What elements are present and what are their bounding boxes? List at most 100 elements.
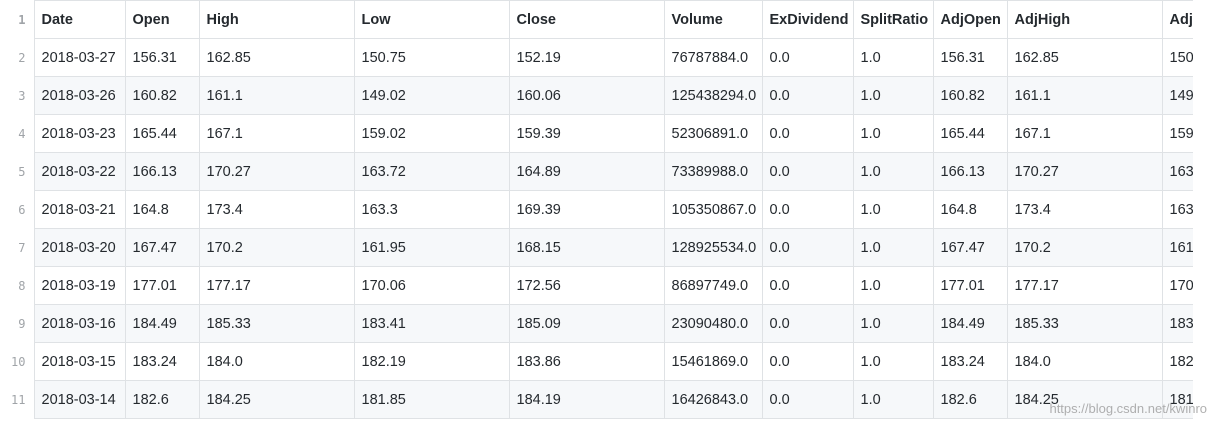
table-cell: 177.01 — [932, 266, 1008, 305]
table-cell: 1.0 — [852, 380, 934, 419]
table-cell: 177.17 — [198, 266, 355, 305]
table-cell: 2018-03-15 — [33, 342, 126, 381]
table-cell: 163.72 — [353, 152, 510, 191]
line-number[interactable]: 6 — [0, 190, 35, 229]
csv-table-viewport[interactable]: 1 Date Open High Low Close Volume ExDivi… — [0, 0, 1193, 425]
table-cell: 184.49 — [932, 304, 1008, 343]
table-cell: 159.02 — [1161, 114, 1193, 153]
table-cell: 159.39 — [508, 114, 665, 153]
table-cell: 167.1 — [1006, 114, 1163, 153]
table-cell: 0.0 — [761, 266, 854, 305]
table-cell: 164.89 — [508, 152, 665, 191]
line-number[interactable]: 1 — [0, 0, 35, 39]
table-cell: 182.19 — [353, 342, 510, 381]
table-cell: 173.4 — [198, 190, 355, 229]
table-cell: 2018-03-19 — [33, 266, 126, 305]
table-row: 6 2018-03-21 164.8 173.4 163.3 169.39 10535086… — [0, 190, 1193, 229]
line-number[interactable]: 3 — [0, 76, 35, 115]
table-cell: 86897749.0 — [663, 266, 763, 305]
table-cell: 0.0 — [761, 152, 854, 191]
table-cell: 15461869.0 — [663, 342, 763, 381]
table-cell: 1.0 — [852, 114, 934, 153]
table-cell: 149.02 — [353, 76, 510, 115]
column-header-exdividend: ExDividend — [761, 0, 854, 39]
table-cell: 0.0 — [761, 380, 854, 419]
table-cell: 125438294.0 — [663, 76, 763, 115]
column-header-low: Low — [353, 0, 510, 39]
table-cell: 163.72 — [1161, 152, 1193, 191]
table-cell: 170.06 — [1161, 266, 1193, 305]
table-cell: 184.19 — [508, 380, 665, 419]
table-cell: 170.27 — [198, 152, 355, 191]
line-number[interactable]: 8 — [0, 266, 35, 305]
column-header-date: Date — [33, 0, 126, 39]
column-header-adjopen: AdjOpen — [932, 0, 1008, 39]
table-cell: 1.0 — [852, 38, 934, 77]
table-cell: 184.49 — [124, 304, 200, 343]
table-cell: 1.0 — [852, 266, 934, 305]
table-cell: 1.0 — [852, 152, 934, 191]
line-number[interactable]: 5 — [0, 152, 35, 191]
table-cell: 163.3 — [353, 190, 510, 229]
table-cell: 0.0 — [761, 190, 854, 229]
table-cell: 128925534.0 — [663, 228, 763, 267]
table-cell: 162.85 — [1006, 38, 1163, 77]
line-number[interactable]: 9 — [0, 304, 35, 343]
line-number[interactable]: 7 — [0, 228, 35, 267]
table-cell: 177.17 — [1006, 266, 1163, 305]
table-cell: 162.85 — [198, 38, 355, 77]
table-cell: 165.44 — [932, 114, 1008, 153]
table-cell: 161.95 — [1161, 228, 1193, 267]
table-cell: 2018-03-22 — [33, 152, 126, 191]
table-cell: 2018-03-14 — [33, 380, 126, 419]
table-cell: 161.1 — [1006, 76, 1163, 115]
table-cell: 160.06 — [508, 76, 665, 115]
table-cell: 150.75 — [353, 38, 510, 77]
table-cell: 172.56 — [508, 266, 665, 305]
table-cell: 170.06 — [353, 266, 510, 305]
table-cell: 183.41 — [353, 304, 510, 343]
table-cell: 168.15 — [508, 228, 665, 267]
table-cell: 0.0 — [761, 342, 854, 381]
table-cell: 2018-03-20 — [33, 228, 126, 267]
table-cell: 182.6 — [932, 380, 1008, 419]
table-cell: 1.0 — [852, 228, 934, 267]
column-header-high: High — [198, 0, 355, 39]
table-cell: 166.13 — [932, 152, 1008, 191]
line-number[interactable]: 2 — [0, 38, 35, 77]
csv-table: 1 Date Open High Low Close Volume ExDivi… — [0, 0, 1193, 419]
line-number[interactable]: 4 — [0, 114, 35, 153]
table-cell: 1.0 — [852, 76, 934, 115]
table-cell: 181.85 — [1161, 380, 1193, 419]
table-cell: 76787884.0 — [663, 38, 763, 77]
table-cell: 0.0 — [761, 304, 854, 343]
table-cell: 164.8 — [932, 190, 1008, 229]
column-header-volume: Volume — [663, 0, 763, 39]
table-row: 5 2018-03-22 166.13 170.27 163.72 164.89 73389… — [0, 152, 1193, 191]
table-row: 8 2018-03-19 177.01 177.17 170.06 172.56 86897… — [0, 266, 1193, 305]
header-row: 1 Date Open High Low Close Volume ExDivi… — [0, 0, 1193, 39]
table-row: 4 2018-03-23 165.44 167.1 159.02 159.39 523068… — [0, 114, 1193, 153]
table-cell: 161.1 — [198, 76, 355, 115]
table-cell: 150.75 — [1161, 38, 1193, 77]
table-cell: 16426843.0 — [663, 380, 763, 419]
table-cell: 0.0 — [761, 228, 854, 267]
column-header-adjhigh: AdjHigh — [1006, 0, 1163, 39]
table-cell: 2018-03-21 — [33, 190, 126, 229]
table-row: 3 2018-03-26 160.82 161.1 149.02 160.06 125438… — [0, 76, 1193, 115]
line-number[interactable]: 10 — [0, 342, 35, 381]
table-cell: 1.0 — [852, 190, 934, 229]
table-cell: 185.33 — [1006, 304, 1163, 343]
table-cell: 0.0 — [761, 38, 854, 77]
table-cell: 0.0 — [761, 114, 854, 153]
table-row: 7 2018-03-20 167.47 170.2 161.95 168.15 128925… — [0, 228, 1193, 267]
table-cell: 2018-03-16 — [33, 304, 126, 343]
table-cell: 1.0 — [852, 304, 934, 343]
table-cell: 183.86 — [508, 342, 665, 381]
line-number[interactable]: 11 — [0, 380, 35, 419]
table-row: 11 2018-03-14 182.6 184.25 181.85 184.19 16426… — [0, 380, 1193, 419]
table-row: 10 2018-03-15 183.24 184.0 182.19 183.86 15461… — [0, 342, 1193, 381]
table-cell: 184.0 — [1006, 342, 1163, 381]
table-cell: 0.0 — [761, 76, 854, 115]
table-row: 9 2018-03-16 184.49 185.33 183.41 185.09 23090… — [0, 304, 1193, 343]
